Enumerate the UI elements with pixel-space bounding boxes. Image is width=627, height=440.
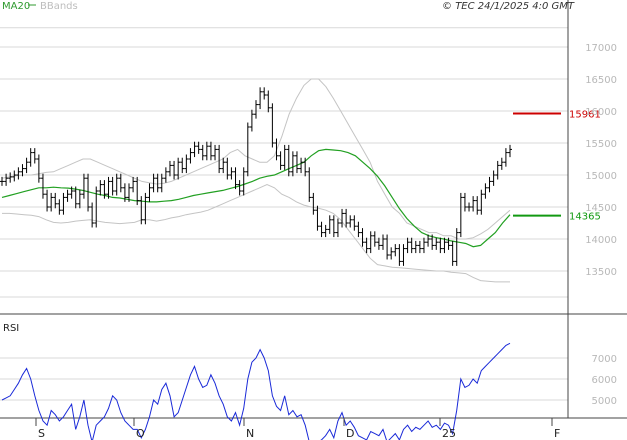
axes: 13500 14000 14500 15000 15500 16000 16500 17000… xyxy=(35,43,617,440)
rsi-tick-label: 7000 xyxy=(592,354,617,365)
price-tick-label: 14000 xyxy=(585,235,617,246)
x-tick-label: O xyxy=(136,427,145,440)
price-grid xyxy=(0,27,568,298)
price-tick-label: 15500 xyxy=(585,139,617,150)
x-tick-label: D xyxy=(346,427,354,440)
price-tick-label: 16000 xyxy=(585,107,617,118)
price-tick-label: 16500 xyxy=(585,75,617,86)
legend-ma20: MA20 xyxy=(2,1,30,12)
chart-area: 1596114365 13500140001450015000155001600… xyxy=(0,0,627,440)
x-tick-label: N xyxy=(246,427,254,440)
rsi-title: RSI xyxy=(3,323,19,334)
x-tick-label: 25 xyxy=(442,427,456,440)
copyright-label: © TEC 24/1/2025 4:0 GMT xyxy=(442,1,575,12)
legend-bbands: BBands xyxy=(40,1,78,12)
rsi-tick-label: 5000 xyxy=(592,396,617,407)
price-tick-label: 15000 xyxy=(585,171,617,182)
price-tick-label: 14500 xyxy=(585,203,617,214)
rsi-tick-label: 6000 xyxy=(592,375,617,386)
bband-lower-line xyxy=(2,184,510,283)
price-tick-label: 17000 xyxy=(585,43,617,54)
x-tick-label: F xyxy=(554,427,560,440)
rsi-grid xyxy=(0,357,568,401)
price-tick-label: 13500 xyxy=(585,267,617,278)
x-tick-label: S xyxy=(38,427,45,440)
